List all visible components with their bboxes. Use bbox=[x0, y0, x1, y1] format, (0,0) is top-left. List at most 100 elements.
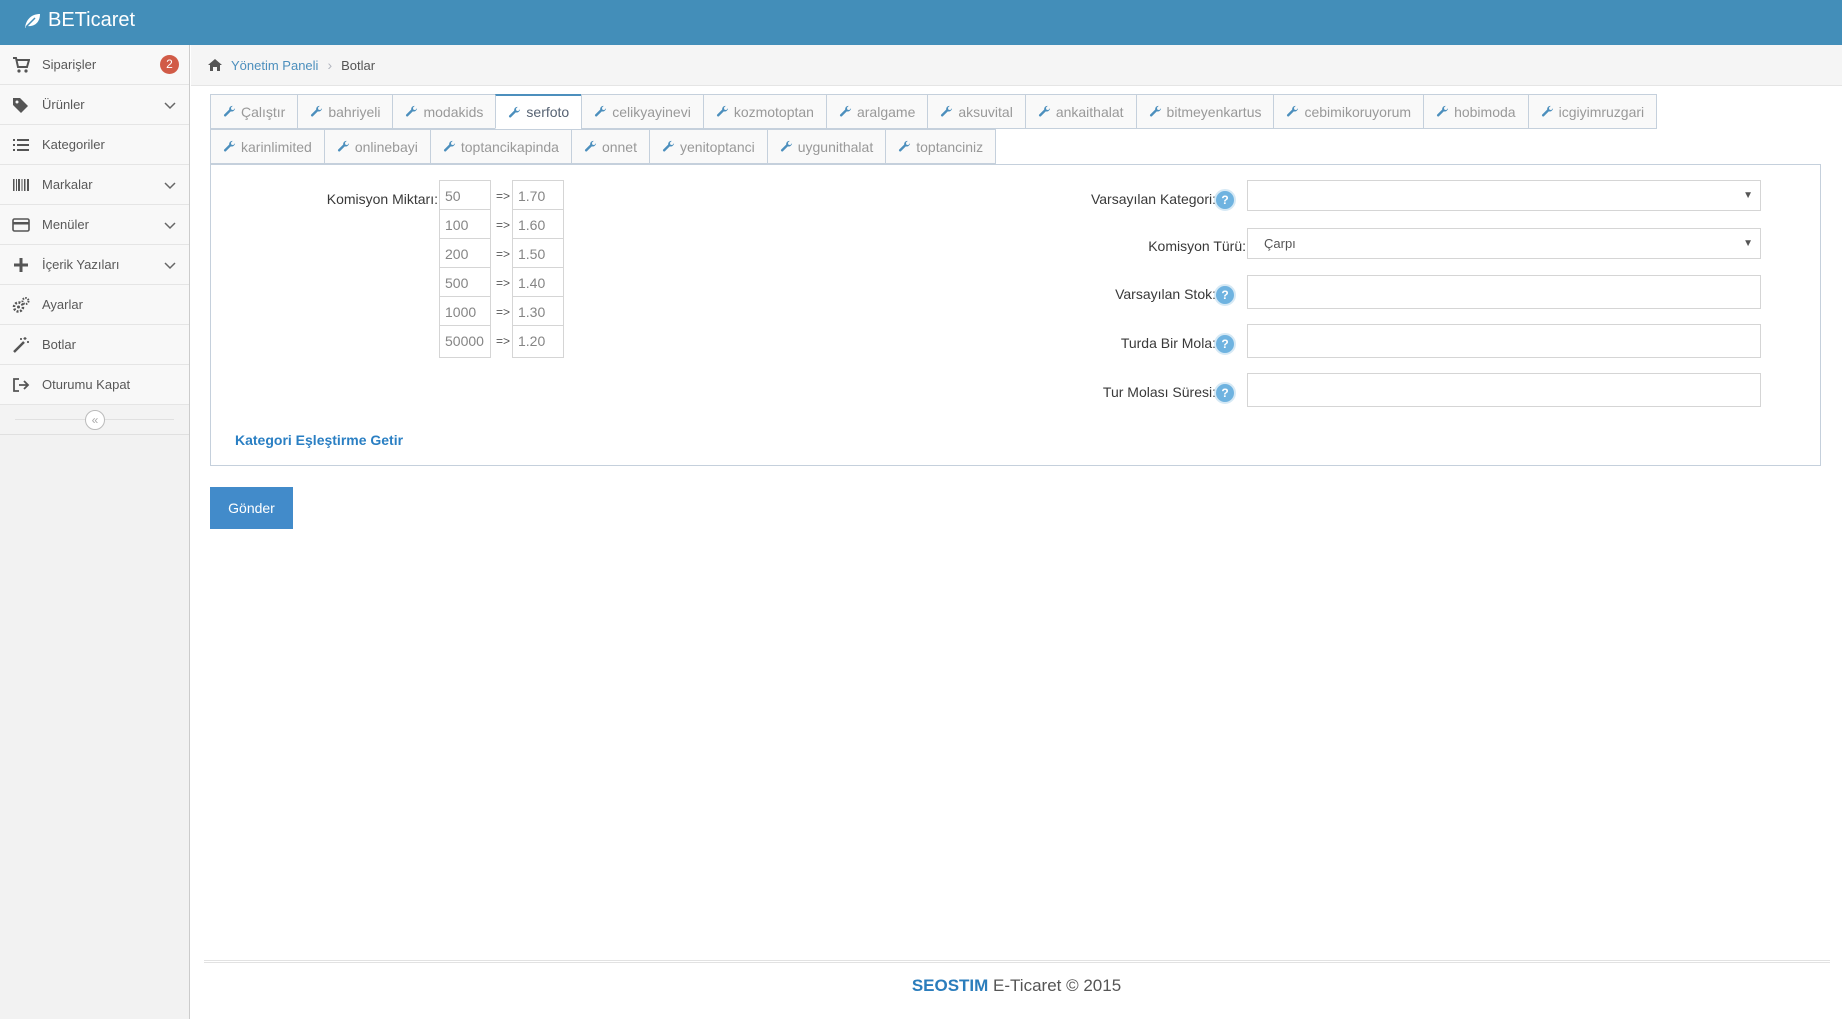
sidebar-item-botlar[interactable]: Botlar bbox=[0, 325, 189, 365]
tab-toptanciniz[interactable]: toptanciniz bbox=[885, 129, 997, 164]
sidebar-item-kategoriler[interactable]: Kategoriler bbox=[0, 125, 189, 165]
tab-icgiyimruzgari[interactable]: icgiyimruzgari bbox=[1527, 94, 1658, 129]
turda-bir-mola-label: Turda Bir Mola: bbox=[1120, 335, 1216, 351]
kategori-eslestirme-link[interactable]: Kategori Eşleştirme Getir bbox=[235, 432, 403, 448]
tab-label: modakids bbox=[423, 103, 484, 120]
tab-yenitoptanci[interactable]: yenitoptanci bbox=[649, 129, 767, 164]
komisyon-turu-select[interactable]: Çarpı ▼ bbox=[1247, 228, 1761, 259]
brand-logo[interactable]: BETicaret bbox=[22, 9, 135, 32]
sidebar-item-label: Markalar bbox=[42, 177, 93, 192]
submit-button[interactable]: Gönder bbox=[210, 487, 293, 529]
varsayilan-stok-input[interactable] bbox=[1247, 275, 1761, 309]
wrench-icon bbox=[716, 105, 729, 118]
komisyon-arrow: => bbox=[496, 276, 511, 290]
tab-celikyayinevi[interactable]: celikyayinevi bbox=[581, 94, 703, 129]
tab-label: toptancikapinda bbox=[460, 138, 559, 155]
tab-onnet[interactable]: onnet bbox=[570, 129, 649, 164]
tab-label: karinlimited bbox=[241, 138, 312, 155]
help-icon[interactable]: ? bbox=[1214, 284, 1236, 306]
tab-label: serfoto bbox=[526, 104, 570, 120]
komisyon-arrow: => bbox=[496, 334, 511, 348]
komisyon-rate-input[interactable]: 1.20 bbox=[512, 325, 564, 358]
sidebar-item-label: Kategoriler bbox=[42, 137, 105, 152]
sidebar-item-label: İçerik Yazıları bbox=[42, 257, 120, 272]
sidebar-item-oturumu-kapat[interactable]: Oturumu Kapat bbox=[0, 365, 189, 405]
sidebar-item-ayarlar[interactable]: Ayarlar bbox=[0, 285, 189, 325]
varsayilan-kategori-select[interactable]: ▼ bbox=[1247, 180, 1761, 211]
wrench-icon bbox=[508, 106, 521, 119]
turda-bir-mola-input[interactable] bbox=[1247, 324, 1761, 358]
tab-çalıştır[interactable]: Çalıştır bbox=[210, 94, 298, 129]
sidebar-item-label: Botlar bbox=[42, 337, 76, 352]
komisyon-amount-input[interactable]: 50000 bbox=[439, 325, 491, 358]
chevron-down-icon bbox=[164, 262, 176, 270]
tab-hobimoda[interactable]: hobimoda bbox=[1423, 94, 1528, 129]
caret-down-icon: ▼ bbox=[1743, 190, 1753, 201]
sidebar-item-label: Menüler bbox=[42, 217, 89, 232]
credit-card-icon bbox=[0, 216, 42, 234]
sidebar-item-siparisler[interactable]: Siparişler 2 bbox=[0, 45, 189, 85]
tab-onlinebayi[interactable]: onlinebayi bbox=[323, 129, 430, 164]
tab-kozmotoptan[interactable]: kozmotoptan bbox=[702, 94, 826, 129]
sidebar: Siparişler 2 Ürünler Kategoriler Markala… bbox=[0, 45, 190, 1019]
tab-cebimikoruyorum[interactable]: cebimikoruyorum bbox=[1273, 94, 1424, 129]
tab-label: yenitoptanci bbox=[680, 138, 755, 155]
tab-modakids[interactable]: modakids bbox=[392, 94, 496, 129]
sidebar-item-menuler[interactable]: Menüler bbox=[0, 205, 189, 245]
double-angle-left-icon[interactable]: « bbox=[85, 410, 105, 430]
komisyon-arrow: => bbox=[496, 247, 511, 261]
breadcrumb-current: Botlar bbox=[341, 57, 376, 73]
sign-out-icon bbox=[0, 376, 42, 394]
tab-aralgame[interactable]: aralgame bbox=[825, 94, 928, 129]
wrench-icon bbox=[584, 140, 597, 153]
varsayilan-stok-label: Varsayılan Stok: bbox=[1115, 286, 1216, 302]
tab-bitmeyenkartus[interactable]: bitmeyenkartus bbox=[1135, 94, 1274, 129]
magic-wand-icon bbox=[0, 336, 42, 354]
help-icon[interactable]: ? bbox=[1214, 382, 1236, 404]
footer-brand[interactable]: SEOSTIM bbox=[912, 976, 989, 995]
tab-bahriyeli[interactable]: bahriyeli bbox=[297, 94, 393, 129]
chevron-down-icon bbox=[164, 222, 176, 230]
wrench-icon bbox=[1286, 105, 1299, 118]
footer: SEOSTIM E-Ticaret © 2015 bbox=[191, 976, 1842, 996]
sidebar-item-label: Oturumu Kapat bbox=[42, 377, 131, 392]
tab-row: karinlimited onlinebayi toptancikapinda onn… bbox=[210, 129, 1710, 164]
footer-copyright: E-Ticaret © 2015 bbox=[988, 976, 1122, 995]
sidebar-item-urunler[interactable]: Ürünler bbox=[0, 85, 189, 125]
tab-toptancikapinda[interactable]: toptancikapinda bbox=[429, 129, 571, 164]
komisyon-arrow: => bbox=[496, 189, 511, 203]
komisyon-turu-value: Çarpı bbox=[1264, 236, 1296, 251]
wrench-icon bbox=[443, 140, 456, 153]
cart-icon bbox=[0, 56, 42, 74]
leaf-icon bbox=[25, 13, 40, 28]
tab-label: aralgame bbox=[856, 103, 916, 120]
tab-label: bahriyeli bbox=[328, 103, 381, 120]
tab-serfoto[interactable]: serfoto bbox=[495, 94, 582, 129]
komisyon-arrow: => bbox=[496, 305, 511, 319]
wrench-icon bbox=[405, 105, 418, 118]
tab-label: aksuvital bbox=[958, 103, 1013, 120]
help-icon[interactable]: ? bbox=[1214, 333, 1236, 355]
caret-down-icon: ▼ bbox=[1743, 238, 1753, 249]
tab-label: cebimikoruyorum bbox=[1304, 103, 1412, 120]
footer-divider bbox=[204, 960, 1830, 963]
komisyon-turu-label: Komisyon Türü: bbox=[1148, 238, 1246, 254]
breadcrumb: Yönetim Paneli › Botlar bbox=[191, 45, 1842, 86]
tab-label: uygunithalat bbox=[797, 138, 874, 155]
tur-molasi-suresi-input[interactable] bbox=[1247, 373, 1761, 407]
sidebar-item-markalar[interactable]: Markalar bbox=[0, 165, 189, 205]
wrench-icon bbox=[337, 140, 350, 153]
sidebar-item-label: Ayarlar bbox=[42, 297, 83, 312]
tab-ankaithalat[interactable]: ankaithalat bbox=[1024, 94, 1136, 129]
tab-aksuvital[interactable]: aksuvital bbox=[927, 94, 1025, 129]
wrench-icon bbox=[223, 140, 236, 153]
tab-row: Çalıştır bahriyeli modakids serfoto celikyay… bbox=[210, 94, 1710, 129]
tab-label: toptanciniz bbox=[916, 138, 984, 155]
tab-uygunithalat[interactable]: uygunithalat bbox=[766, 129, 886, 164]
tab-karinlimited[interactable]: karinlimited bbox=[210, 129, 324, 164]
breadcrumb-home-link[interactable]: Yönetim Paneli bbox=[231, 58, 318, 73]
sidebar-item-icerik-yazilari[interactable]: İçerik Yazıları bbox=[0, 245, 189, 285]
cogs-icon bbox=[0, 296, 42, 314]
help-icon[interactable]: ? bbox=[1214, 189, 1236, 211]
tags-icon bbox=[0, 96, 42, 114]
